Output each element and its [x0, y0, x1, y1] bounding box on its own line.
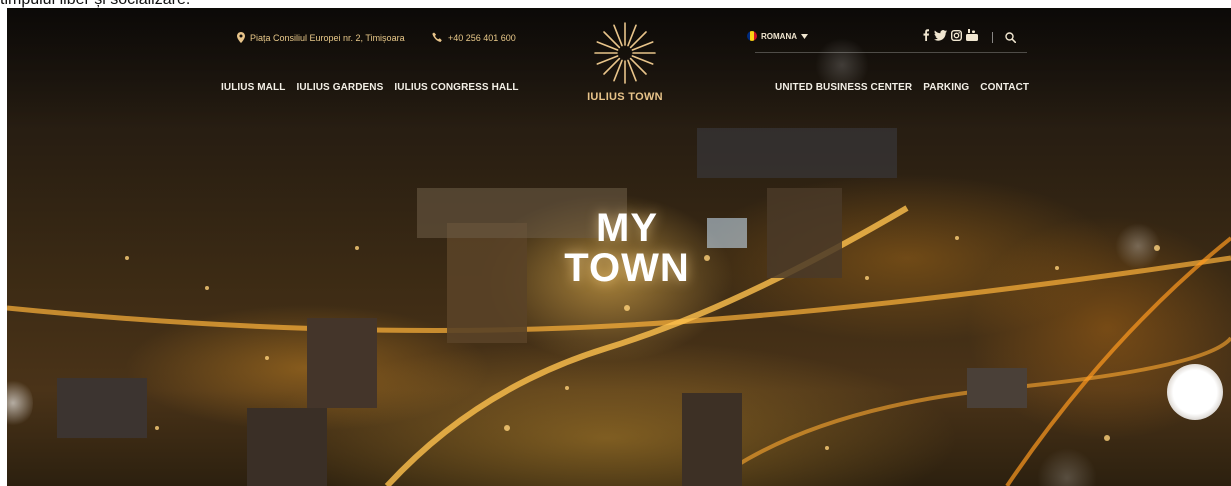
sunburst-logo-icon — [594, 22, 656, 84]
nav-item-iulius-congress-hall[interactable]: IULIUS CONGRESS HALL — [394, 82, 518, 93]
search-button[interactable] — [1005, 30, 1017, 48]
nav-left: IULIUS MALL IULIUS GARDENS IULIUS CONGRE… — [221, 82, 519, 93]
hero-banner: Piața Consiliul Europei nr. 2, Timișoara… — [7, 8, 1231, 486]
nav-item-contact[interactable]: CONTACT — [980, 82, 1029, 93]
nav-right: UNITED BUSINESS CENTER PARKING CONTACT — [775, 82, 1029, 93]
language-label: ROMANA — [761, 31, 797, 41]
bokeh-bubble — [1115, 223, 1161, 269]
bokeh-bubble — [815, 38, 869, 92]
location-pin-icon — [237, 32, 245, 43]
header-separator — [992, 32, 993, 43]
nav-item-parking[interactable]: PARKING — [923, 82, 969, 93]
hero-headline: MY TOWN — [547, 208, 707, 288]
youtube-icon[interactable] — [966, 29, 978, 41]
nav-item-iulius-mall[interactable]: IULIUS MALL — [221, 82, 285, 93]
twitter-icon[interactable] — [934, 29, 947, 41]
social-links — [922, 29, 978, 41]
page-caption: timpului liber și socializare. — [0, 0, 190, 8]
nav-item-iulius-gardens[interactable]: IULIUS GARDENS — [296, 82, 383, 93]
phone-link[interactable]: +40 256 401 600 — [432, 32, 516, 43]
instagram-icon[interactable] — [951, 29, 962, 41]
logo-text: IULIUS TOWN — [587, 91, 663, 103]
headline-line-1: MY — [596, 206, 658, 250]
phone-icon — [432, 32, 442, 42]
bokeh-bubble — [1167, 364, 1223, 420]
header-divider — [755, 52, 1027, 53]
search-icon — [1005, 32, 1017, 44]
address-link[interactable]: Piața Consiliul Europei nr. 2, Timișoara — [237, 32, 405, 43]
logo[interactable]: IULIUS TOWN — [581, 22, 669, 103]
caret-down-icon — [801, 33, 808, 39]
headline-line-2: TOWN — [564, 246, 690, 290]
facebook-icon[interactable] — [922, 29, 930, 41]
address-text: Piața Consiliul Europei nr. 2, Timișoara — [250, 32, 405, 43]
language-selector[interactable]: ROMANA — [747, 31, 808, 41]
phone-text: +40 256 401 600 — [448, 32, 516, 43]
romania-flag-icon — [747, 31, 757, 41]
